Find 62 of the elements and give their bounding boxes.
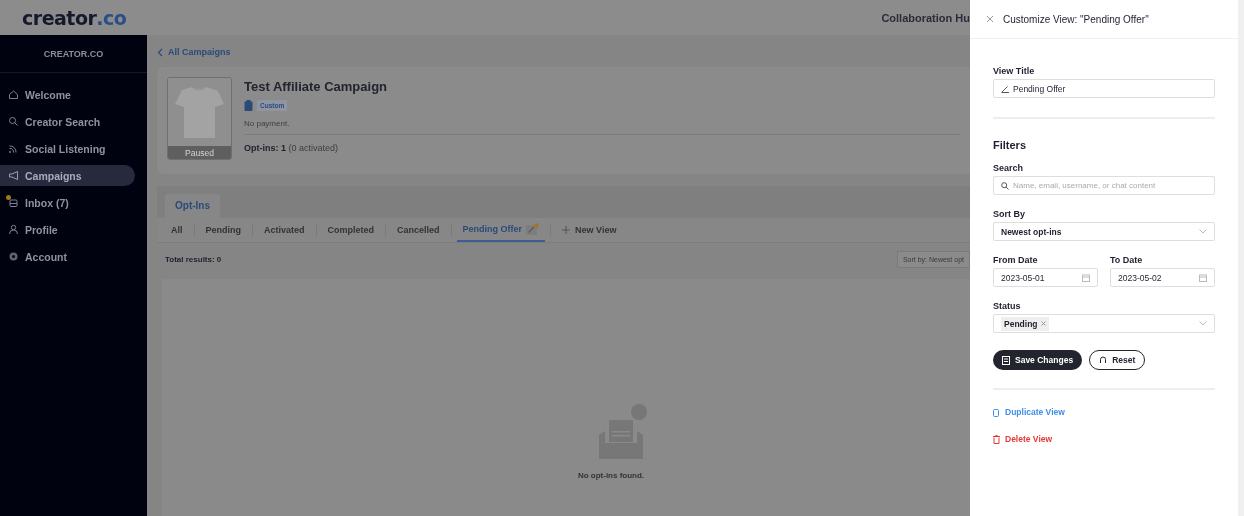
pencil-icon	[1001, 84, 1009, 93]
sidebar-item[interactable]: Profile	[0, 219, 135, 240]
sidebar-item[interactable]: Social Listening	[0, 138, 135, 159]
chevron-down-icon	[1199, 321, 1207, 326]
delete-link[interactable]: Delete View	[993, 434, 1053, 444]
view-tab[interactable]: Cancelled	[391, 218, 446, 242]
date-field[interactable]: 2023-05-02	[1110, 268, 1215, 287]
opt-ins-count: Opt-ins: 1 (0 activated)	[244, 143, 339, 153]
status-chip[interactable]: Pending	[1001, 316, 1049, 331]
gear-icon	[8, 251, 19, 262]
field-label: Search	[993, 163, 1025, 173]
megaphone-icon	[8, 170, 19, 181]
chevron-down-icon	[1199, 229, 1207, 234]
person-icon	[8, 224, 19, 235]
view-tab[interactable]: All	[165, 218, 189, 242]
payment-text: No payment.	[244, 119, 290, 128]
total-results: Total results: 0	[165, 254, 222, 264]
sort-select[interactable]: Newest opt-ins	[993, 222, 1215, 241]
rss-icon	[8, 143, 19, 154]
field-label: Sort By	[993, 209, 1026, 219]
nav-link[interactable]: Collaboration Hu	[881, 11, 970, 24]
sidebar-item[interactable]: Account	[0, 246, 135, 267]
view-tab[interactable]: Activated	[258, 218, 311, 242]
search-icon	[1001, 181, 1009, 190]
campaign-title: Test Affiliate Campaign	[244, 79, 388, 94]
field-label: From Date	[993, 255, 1039, 265]
plus-icon	[562, 226, 571, 234]
trash-icon	[993, 434, 1000, 444]
save-button[interactable]: Save Changes	[993, 350, 1083, 370]
clipboard-icon	[244, 100, 253, 111]
date-field[interactable]: 2023-05-01	[993, 268, 1098, 287]
section-heading: Filters	[993, 139, 1027, 151]
duplicate-link[interactable]: Duplicate View	[993, 407, 1065, 417]
sidebar-item[interactable]: Creator Search	[0, 111, 135, 132]
sidebar-item[interactable]: Campaigns	[0, 165, 135, 186]
field-label: Status	[993, 301, 1022, 311]
reset-button[interactable]: Reset	[1089, 350, 1146, 370]
empty-message: No opt-ins found.	[576, 471, 645, 480]
search-icon	[8, 116, 19, 127]
new-view-button[interactable]: New View	[556, 218, 623, 242]
calendar-icon	[1082, 273, 1090, 282]
field-label: To Date	[1110, 255, 1144, 265]
status-label: Paused	[168, 146, 231, 159]
field-label: View Title	[993, 66, 1036, 76]
remove-icon[interactable]	[1040, 321, 1046, 326]
view-tab[interactable]: Pending	[199, 218, 247, 242]
calendar-icon	[1199, 273, 1207, 282]
copy-icon	[993, 407, 1000, 417]
sidebar-item[interactable]: Inbox (7)	[0, 192, 135, 213]
panel-title: Customize View: "Pending Offer"	[1003, 13, 1149, 25]
sidebar-item[interactable]: Welcome	[0, 84, 135, 105]
view-tab[interactable]: Completed	[321, 218, 381, 242]
back-chevron-icon	[157, 47, 163, 57]
inbox-icon	[8, 197, 19, 208]
title-field[interactable]: Pending Offer	[993, 79, 1215, 98]
home-icon	[8, 89, 19, 100]
save-icon	[1002, 355, 1010, 365]
close-icon[interactable]	[986, 15, 994, 23]
edit-icon[interactable]	[526, 223, 540, 235]
notification-dot	[6, 195, 11, 200]
status-select[interactable]: Pending	[993, 314, 1215, 333]
logo[interactable]: creator.co	[22, 6, 127, 29]
